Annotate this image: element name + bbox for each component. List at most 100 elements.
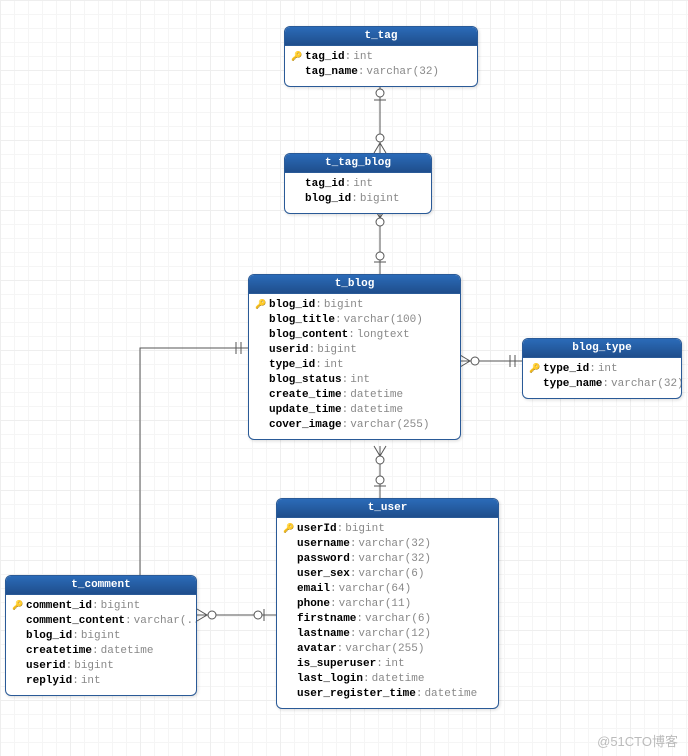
field-type: datetime <box>101 644 154 659</box>
field-separator: : <box>72 629 79 644</box>
field-separator: : <box>416 687 423 702</box>
field-row: last_login: datetime <box>283 672 492 687</box>
field-row: update_time: datetime <box>255 403 454 418</box>
field-type: bigint <box>345 522 385 537</box>
field-name: user_register_time <box>297 687 416 702</box>
field-type: datetime <box>350 403 403 418</box>
field-name: createtime <box>26 644 92 659</box>
field-type: varchar(100) <box>344 313 423 328</box>
field-type: int <box>324 358 344 373</box>
key-icon: 🔑 <box>12 599 24 614</box>
field-row: tag_name: varchar(32) <box>291 65 471 80</box>
table-t-tag[interactable]: t_tag 🔑tag_id: inttag_name: varchar(32) <box>284 26 478 87</box>
table-header: t_tag_blog <box>285 154 431 173</box>
table-blog-type[interactable]: blog_type 🔑type_id: inttype_name: varcha… <box>522 338 682 399</box>
field-separator: : <box>358 65 365 80</box>
field-type: varchar(32) <box>358 537 431 552</box>
field-row: lastname: varchar(12) <box>283 627 492 642</box>
field-type: int <box>598 362 618 377</box>
field-type: int <box>81 674 101 689</box>
field-separator: : <box>351 192 358 207</box>
field-type: bigint <box>74 659 114 674</box>
field-name: last_login <box>297 672 363 687</box>
field-row: blog_content: longtext <box>255 328 454 343</box>
field-name: is_superuser <box>297 657 376 672</box>
field-type: longtext <box>357 328 410 343</box>
field-type: varchar(64) <box>339 582 412 597</box>
field-separator: : <box>350 537 357 552</box>
field-row: phone: varchar(11) <box>283 597 492 612</box>
table-body: 🔑userId: bigintusername: varchar(32)pass… <box>277 518 498 708</box>
field-name: blog_content <box>269 328 348 343</box>
field-row: 🔑blog_id: bigint <box>255 298 454 313</box>
field-row: type_id: int <box>255 358 454 373</box>
field-row: type_name: varchar(32) <box>529 377 675 392</box>
watermark: @51CTO博客 <box>597 731 678 750</box>
field-row: user_sex: varchar(6) <box>283 567 492 582</box>
field-type: datetime <box>372 672 425 687</box>
field-name: comment_id <box>26 599 92 614</box>
field-type: bigint <box>101 599 141 614</box>
field-name: blog_id <box>305 192 351 207</box>
field-row: comment_content: varchar(... <box>12 614 190 629</box>
field-type: int <box>353 50 373 65</box>
field-name: blog_id <box>269 298 315 313</box>
field-separator: : <box>315 298 322 313</box>
field-row: firstname: varchar(6) <box>283 612 492 627</box>
field-separator: : <box>342 403 349 418</box>
field-row: replyid: int <box>12 674 190 689</box>
field-type: varchar(6) <box>365 612 431 627</box>
field-type: bigint <box>317 343 357 358</box>
field-type: varchar(6) <box>358 567 424 582</box>
field-type: bigint <box>360 192 400 207</box>
field-separator: : <box>589 362 596 377</box>
field-row: 🔑comment_id: bigint <box>12 599 190 614</box>
field-separator: : <box>92 599 99 614</box>
table-body: 🔑tag_id: inttag_name: varchar(32) <box>285 46 477 86</box>
field-type: varchar(... <box>134 614 197 629</box>
field-type: varchar(32) <box>358 552 431 567</box>
field-separator: : <box>350 552 357 567</box>
field-name: blog_id <box>26 629 72 644</box>
field-separator: : <box>356 612 363 627</box>
table-t-tag-blog[interactable]: t_tag_blog tag_id: intblog_id: bigint <box>284 153 432 214</box>
field-row: userid: bigint <box>12 659 190 674</box>
key-icon: 🔑 <box>529 362 541 377</box>
field-row: blog_title: varchar(100) <box>255 313 454 328</box>
field-separator: : <box>66 659 73 674</box>
field-separator: : <box>602 377 609 392</box>
field-row: blog_status: int <box>255 373 454 388</box>
field-separator: : <box>363 672 370 687</box>
field-separator: : <box>345 50 352 65</box>
field-type: int <box>350 373 370 388</box>
table-t-user[interactable]: t_user 🔑userId: bigintusername: varchar(… <box>276 498 499 709</box>
field-separator: : <box>309 343 316 358</box>
field-type: bigint <box>81 629 121 644</box>
field-name: replyid <box>26 674 72 689</box>
table-header: t_comment <box>6 576 196 595</box>
field-row: 🔑type_id: int <box>529 362 675 377</box>
field-name: tag_id <box>305 50 345 65</box>
field-separator: : <box>350 627 357 642</box>
field-row: password: varchar(32) <box>283 552 492 567</box>
field-type: int <box>385 657 405 672</box>
field-type: varchar(11) <box>339 597 412 612</box>
field-row: create_time: datetime <box>255 388 454 403</box>
field-type: varchar(255) <box>345 642 424 657</box>
field-separator: : <box>337 642 344 657</box>
field-separator: : <box>350 567 357 582</box>
table-header: t_blog <box>249 275 460 294</box>
field-separator: : <box>342 418 349 433</box>
field-name: create_time <box>269 388 342 403</box>
table-t-blog[interactable]: t_blog 🔑blog_id: bigintblog_title: varch… <box>248 274 461 440</box>
field-name: lastname <box>297 627 350 642</box>
field-separator: : <box>342 388 349 403</box>
field-type: varchar(32) <box>366 65 439 80</box>
field-row: userid: bigint <box>255 343 454 358</box>
field-row: email: varchar(64) <box>283 582 492 597</box>
table-t-comment[interactable]: t_comment 🔑comment_id: bigintcomment_con… <box>5 575 197 696</box>
field-type: varchar(12) <box>358 627 431 642</box>
field-type: datetime <box>350 388 403 403</box>
field-name: tag_name <box>305 65 358 80</box>
field-name: userid <box>26 659 66 674</box>
